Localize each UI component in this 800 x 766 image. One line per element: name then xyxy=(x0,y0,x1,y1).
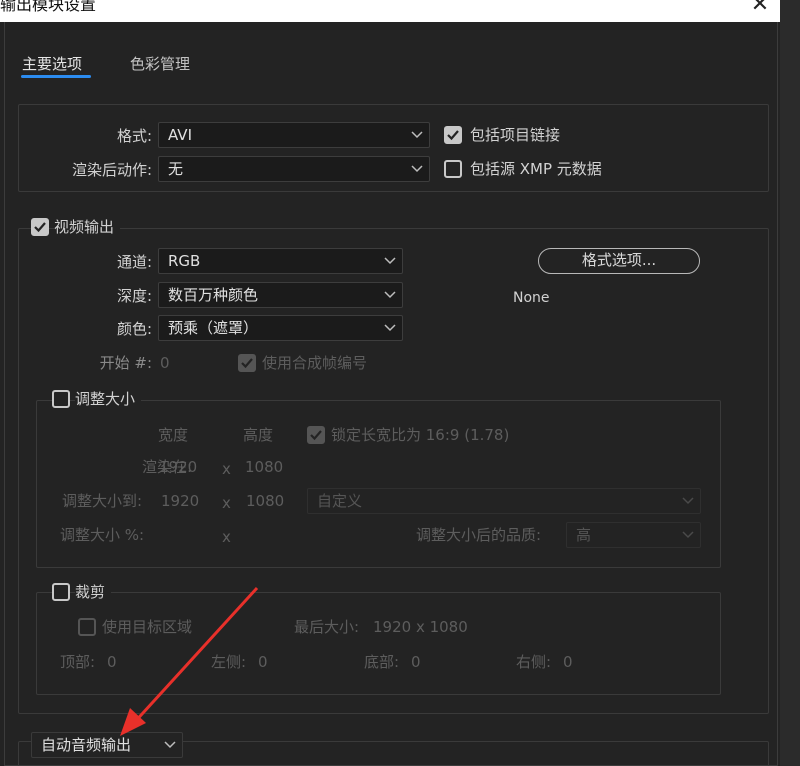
chevron-down-icon xyxy=(384,257,396,265)
crop-right-value[interactable]: 0 xyxy=(563,652,573,672)
include-xmp-label: 包括源 XMP 元数据 xyxy=(470,160,602,178)
post-render-dropdown[interactable]: 无 xyxy=(158,156,430,182)
resize-checkbox[interactable] xyxy=(52,390,70,408)
render-x-separator: x xyxy=(222,460,231,478)
crop-bottom-label: 底部: xyxy=(364,653,400,671)
final-size-label: 最后大小: xyxy=(294,618,360,636)
chevron-down-icon xyxy=(384,324,396,332)
crop-right-label: 右侧: xyxy=(516,653,552,671)
tab-main-options[interactable]: 主要选项 xyxy=(22,54,82,74)
chevron-down-icon xyxy=(682,531,694,539)
format-value: AVI xyxy=(168,126,192,144)
close-icon: ✕ xyxy=(750,0,770,17)
start-frame-label: 开始 #: xyxy=(99,354,152,372)
title-bar: 输出模块设置 ✕ xyxy=(0,0,780,22)
crop-label: 裁剪 xyxy=(75,582,112,602)
depth-label: 深度: xyxy=(116,287,152,305)
codec-info: None xyxy=(513,290,550,306)
crop-bottom-value[interactable]: 0 xyxy=(411,652,421,672)
checkmark-icon xyxy=(310,430,322,441)
format-options-button[interactable]: 格式选项... xyxy=(538,248,700,274)
resize-percent-label: 调整大小 %: xyxy=(60,526,145,544)
resize-preset-dropdown[interactable]: 自定义 xyxy=(307,488,701,514)
post-render-label: 渲染后动作: xyxy=(71,161,152,179)
start-frame-value[interactable]: 0 xyxy=(160,353,170,373)
resize-width-value[interactable]: 1920 xyxy=(161,491,199,511)
lock-aspect-checkbox[interactable] xyxy=(307,426,325,444)
resize-height-value[interactable]: 1080 xyxy=(246,491,284,511)
crop-top-label: 顶部: xyxy=(60,653,96,671)
use-comp-frame-label: 使用合成帧编号 xyxy=(262,354,368,372)
background-window-strip xyxy=(780,0,800,766)
render-height-value: 1080 xyxy=(245,458,284,476)
format-dropdown[interactable]: AVI xyxy=(158,122,430,148)
resize-label: 调整大小 xyxy=(75,389,142,409)
height-header: 高度 xyxy=(243,426,274,444)
percent-x-separator: x xyxy=(222,528,231,546)
resize-to-label: 调整大小到: xyxy=(62,492,143,510)
chevron-down-icon xyxy=(411,131,423,139)
crop-checkbox[interactable] xyxy=(52,583,70,601)
resize-quality-dropdown[interactable]: 高 xyxy=(566,522,701,548)
video-output-label: 视频输出 xyxy=(54,217,121,237)
chevron-down-icon xyxy=(384,291,396,299)
depth-value: 数百万种颜色 xyxy=(168,286,259,304)
width-header: 宽度 xyxy=(158,426,189,444)
checkmark-icon xyxy=(241,358,253,369)
video-output-checkbox[interactable] xyxy=(31,218,49,236)
close-button[interactable]: ✕ xyxy=(746,0,774,17)
include-project-link-checkbox[interactable] xyxy=(444,126,462,144)
window-title: 输出模块设置 xyxy=(0,0,97,14)
color-label: 颜色: xyxy=(116,320,152,338)
tab-color-management[interactable]: 色彩管理 xyxy=(130,54,190,74)
color-dropdown[interactable]: 预乘（遮罩） xyxy=(158,315,403,341)
format-label: 格式: xyxy=(116,127,152,145)
render-width-value: 1920 xyxy=(159,458,198,476)
resize-preset-value: 自定义 xyxy=(317,492,363,510)
resize-quality-value: 高 xyxy=(576,526,592,544)
channels-label: 通道: xyxy=(116,253,152,271)
color-value: 预乘（遮罩） xyxy=(168,319,259,337)
checkmark-icon xyxy=(34,222,46,233)
checkmark-icon xyxy=(447,130,459,141)
lock-aspect-label: 锁定长宽比为 16:9 (1.78) xyxy=(331,426,510,444)
channels-value: RGB xyxy=(168,252,201,270)
chevron-down-icon xyxy=(164,741,176,749)
chevron-down-icon xyxy=(411,165,423,173)
annotation-arrow-icon xyxy=(120,586,259,736)
chevron-down-icon xyxy=(682,497,694,505)
resize-quality-label: 调整大小后的品质: xyxy=(416,526,542,544)
use-comp-frame-checkbox[interactable] xyxy=(238,354,256,372)
channels-dropdown[interactable]: RGB xyxy=(158,248,403,274)
use-roi-checkbox[interactable] xyxy=(78,618,96,636)
resize-x-separator: x xyxy=(222,494,231,512)
depth-dropdown[interactable]: 数百万种颜色 xyxy=(158,282,403,308)
include-project-link-label: 包括项目链接 xyxy=(470,126,561,144)
final-size-value: 1920 x 1080 xyxy=(373,618,468,636)
post-render-value: 无 xyxy=(168,160,184,178)
include-xmp-checkbox[interactable] xyxy=(444,160,462,178)
active-tab-indicator xyxy=(21,75,91,78)
